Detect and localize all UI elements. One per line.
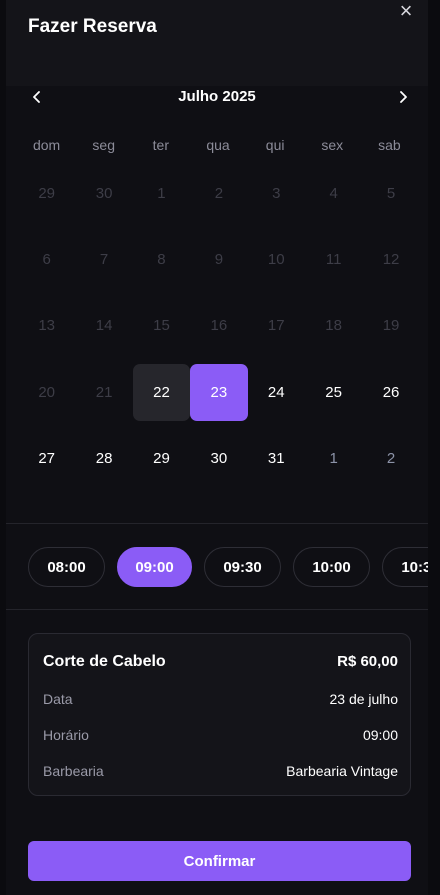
calendar-day: 2 xyxy=(214,184,224,202)
calendar-day-selected[interactable]: 23 xyxy=(190,363,248,421)
calendar-day: 9 xyxy=(214,250,224,268)
dialog-title: Fazer Reserva xyxy=(28,16,157,37)
calendar-day: 19 xyxy=(382,317,400,335)
calendar-day[interactable]: 24 xyxy=(248,364,305,421)
calendar-day: 21 xyxy=(95,383,113,401)
calendar-day[interactable]: 1 xyxy=(305,430,362,487)
time-slot-0900[interactable]: 09:00 xyxy=(117,547,192,587)
calendar-day[interactable]: 30 xyxy=(190,430,247,487)
summary-time-row: Horário 09:00 xyxy=(43,727,398,743)
weekday-label: ter xyxy=(152,137,170,153)
weekday-label: seg xyxy=(92,137,115,153)
service-price: R$ 60,00 xyxy=(337,653,398,670)
calendar-week: 27 28 29 30 31 1 2 xyxy=(18,425,420,491)
chevron-right-icon xyxy=(400,91,407,103)
divider xyxy=(6,523,428,524)
time-slot-list[interactable]: 08:00 09:00 09:30 10:00 10:30 xyxy=(28,547,428,587)
calendar-day[interactable]: 27 xyxy=(18,430,75,487)
dialog-header: Fazer Reserva × xyxy=(6,0,428,86)
booking-summary-card: Corte de Cabelo R$ 60,00 Data 23 de julh… xyxy=(28,633,411,796)
date-value: 23 de julho xyxy=(329,691,398,707)
calendar-week: 13 14 15 16 17 18 19 xyxy=(18,293,420,359)
calendar-day: 5 xyxy=(386,184,396,202)
time-label: Horário xyxy=(43,727,89,743)
calendar-day: 11 xyxy=(325,250,342,268)
time-value: 09:00 xyxy=(362,727,398,743)
confirm-button[interactable]: Confirmar xyxy=(28,841,411,881)
weekday-label: sex xyxy=(321,137,344,153)
weekday-label: sab xyxy=(378,137,401,153)
service-name: Corte de Cabelo xyxy=(43,653,166,670)
calendar-week: 20 21 22 23 24 25 26 xyxy=(18,359,420,425)
calendar-day: 3 xyxy=(272,184,281,202)
time-slot-1030[interactable]: 10:30 xyxy=(382,547,428,587)
shop-value: Barbearia Vintage xyxy=(286,763,398,779)
calendar-day: 15 xyxy=(153,317,170,335)
weekday-label: dom xyxy=(32,137,61,153)
calendar-day: 16 xyxy=(210,317,228,335)
calendar-day: 7 xyxy=(99,250,109,268)
date-label: Data xyxy=(43,691,73,707)
calendar-day[interactable]: 28 xyxy=(75,430,132,487)
calendar-day[interactable]: 31 xyxy=(248,430,305,487)
summary-shop-row: Barbearia Barbearia Vintage xyxy=(43,763,398,779)
month-label: Julho 2025 xyxy=(178,88,256,105)
calendar-day-today[interactable]: 22 xyxy=(132,363,191,421)
calendar-week: 6 7 8 9 10 11 12 xyxy=(18,226,420,292)
calendar-day: 17 xyxy=(267,317,285,335)
calendar-day: 6 xyxy=(42,250,51,268)
calendar-day[interactable]: 26 xyxy=(362,364,419,421)
calendar-day[interactable]: 25 xyxy=(305,364,362,421)
weekday-header: dom seg ter qua qui sex sab xyxy=(18,137,418,153)
calendar-day: 30 xyxy=(95,184,113,202)
calendar-day: 14 xyxy=(95,317,113,335)
calendar-day: 4 xyxy=(329,184,338,202)
time-slot-1000[interactable]: 10:00 xyxy=(293,547,370,587)
calendar-week: 29 30 1 2 3 4 5 xyxy=(18,160,420,226)
calendar-day: 18 xyxy=(325,317,342,335)
calendar-grid: 29 30 1 2 3 4 5 6 7 8 9 10 11 12 13 14 15 16 17 18 19 20 21 22 2… xyxy=(18,160,420,491)
divider xyxy=(6,609,428,610)
calendar-day: 13 xyxy=(38,317,56,335)
summary-date-row: Data 23 de julho xyxy=(43,691,398,707)
weekday-label: qui xyxy=(265,137,285,153)
summary-service-row: Corte de Cabelo R$ 60,00 xyxy=(43,653,398,671)
close-icon[interactable]: × xyxy=(394,0,418,24)
next-month-button[interactable] xyxy=(390,84,416,110)
calendar-day[interactable]: 29 xyxy=(133,430,190,487)
calendar-day: 29 xyxy=(38,184,56,202)
time-slot-0930[interactable]: 09:30 xyxy=(204,547,281,587)
calendar-day: 10 xyxy=(267,250,285,268)
booking-dialog: Fazer Reserva × Julho 2025 dom seg ter qua q… xyxy=(6,0,428,895)
month-navigation: Julho 2025 xyxy=(6,82,428,112)
calendar-day: 12 xyxy=(382,250,400,268)
weekday-label: qua xyxy=(206,137,230,153)
time-slot-0800[interactable]: 08:00 xyxy=(28,547,105,587)
calendar-day: 20 xyxy=(38,383,56,401)
calendar-day: 1 xyxy=(157,184,166,202)
calendar-day[interactable]: 2 xyxy=(362,430,419,487)
calendar-day: 8 xyxy=(157,250,166,268)
shop-label: Barbearia xyxy=(43,763,104,779)
